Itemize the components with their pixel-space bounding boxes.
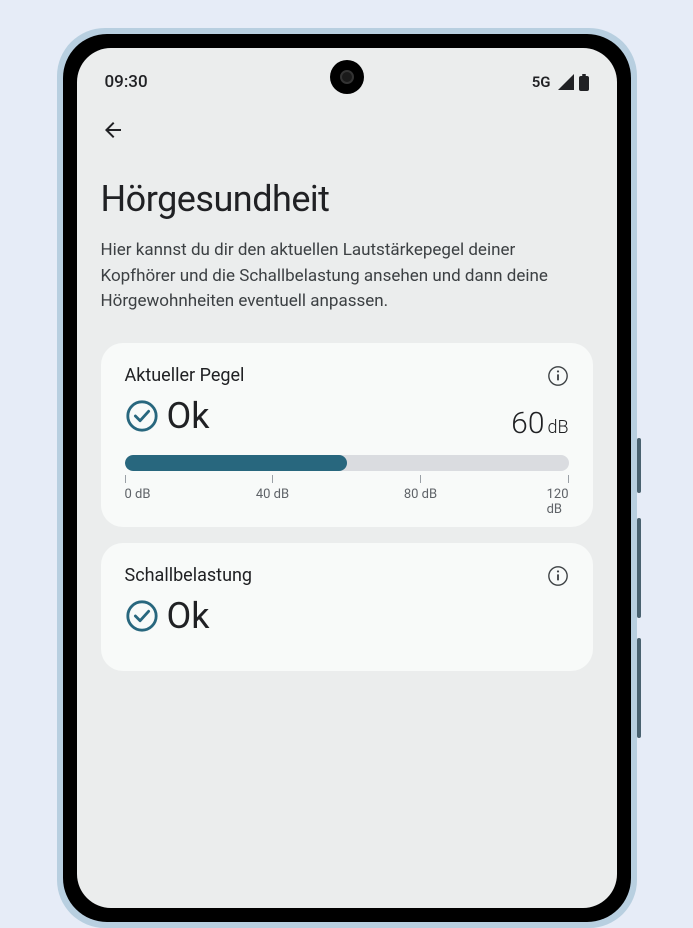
phone-frame: 09:30 5G Hör	[57, 28, 637, 928]
current-level-card: Aktueller Pegel	[101, 343, 593, 527]
status-left: Ok	[125, 595, 210, 637]
phone-side-button	[637, 438, 641, 493]
check-circle-icon	[125, 399, 159, 433]
page-description: Hier kannst du dir den aktuellen Lautstä…	[101, 238, 593, 315]
status-icons: 5G	[532, 73, 589, 91]
tick	[568, 475, 569, 483]
scale-label: 80 dB	[404, 487, 437, 502]
screen: 09:30 5G Hör	[77, 48, 617, 908]
status-unit: dB	[547, 417, 568, 438]
info-icon[interactable]	[547, 565, 569, 587]
progress-fill	[125, 455, 347, 471]
camera-notch	[330, 60, 364, 94]
exposure-card: Schallbelastung	[101, 543, 593, 671]
info-icon[interactable]	[547, 365, 569, 387]
progress-bar	[125, 455, 569, 471]
card-title: Aktueller Pegel	[125, 365, 245, 386]
back-button[interactable]	[101, 118, 125, 142]
status-text: Ok	[167, 395, 210, 437]
tick	[272, 475, 273, 483]
battery-icon	[579, 74, 589, 91]
page-title: Hörgesundheit	[101, 178, 593, 220]
network-label: 5G	[532, 73, 551, 91]
status-row: Ok	[125, 595, 569, 637]
arrow-left-icon	[101, 118, 125, 142]
status-value: 60	[511, 406, 544, 441]
scale-labels: 0 dB 40 dB 80 dB 120 dB	[125, 487, 569, 507]
tick	[420, 475, 421, 483]
phone-side-button	[637, 638, 641, 738]
status-row: Ok 60dB	[125, 395, 569, 441]
signal-icon	[557, 74, 575, 90]
phone-bezel: 09:30 5G Hör	[63, 34, 631, 922]
phone-side-button	[637, 518, 641, 618]
tick	[125, 475, 126, 483]
card-header: Schallbelastung	[125, 565, 569, 587]
tick-row	[125, 475, 569, 485]
status-left: Ok	[125, 395, 210, 437]
check-circle-icon	[125, 599, 159, 633]
card-title: Schallbelastung	[125, 565, 253, 586]
content: Hörgesundheit Hier kannst du dir den akt…	[77, 98, 617, 671]
status-text: Ok	[167, 595, 210, 637]
scale-label: 120 dB	[547, 487, 569, 517]
status-time: 09:30	[105, 72, 148, 92]
status-value-group: 60dB	[511, 406, 568, 441]
scale-label: 0 dB	[125, 487, 151, 502]
scale-label: 40 dB	[256, 487, 289, 502]
camera-lens	[340, 70, 354, 84]
card-header: Aktueller Pegel	[125, 365, 569, 387]
